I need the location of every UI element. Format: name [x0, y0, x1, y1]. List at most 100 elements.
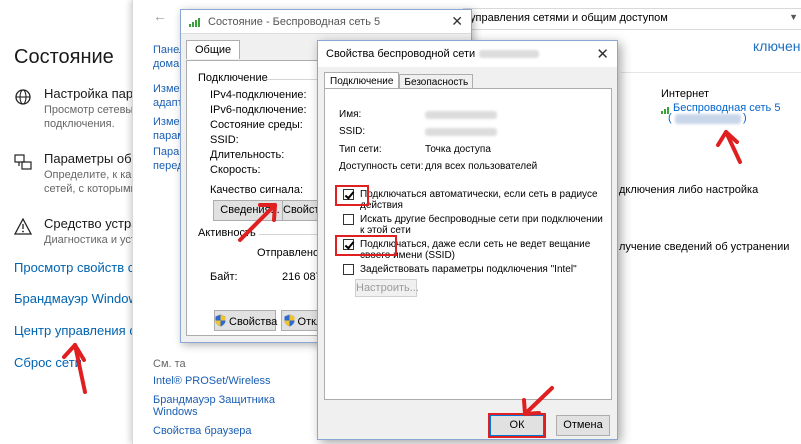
checkbox-label: Задействовать параметры подключения "Int…	[360, 264, 577, 275]
status-title: Состояние - Беспроводная сеть 5	[208, 16, 381, 28]
address-bar[interactable]: управления сетями и общим доступом ▼	[463, 8, 801, 30]
wifi-signal-icon	[189, 18, 200, 27]
checkbox-label: Подключаться, даже если сеть не ведет ве…	[360, 239, 591, 261]
uac-shield-icon	[284, 314, 295, 327]
link-windows-firewall[interactable]: Брандмауэр Windows	[14, 291, 132, 306]
availability-row: Доступность сети: для всех пользователей	[339, 161, 537, 172]
name-row: Имя:	[339, 109, 497, 120]
properties-button[interactable]: Свойства	[214, 310, 278, 331]
settings-item-desc: сетей, с которыми	[44, 183, 132, 195]
ssid-label: SSID:	[339, 126, 366, 137]
nsc-option-text[interactable]: дключения либо настройка	[619, 184, 758, 196]
nsc-left-link[interactable]: адапте	[153, 97, 183, 109]
highlight-box	[488, 413, 546, 438]
availability-value: для всех пользователей	[425, 161, 538, 172]
see-also-label: См. та	[153, 358, 186, 370]
name-label: Имя:	[339, 109, 362, 120]
group-activity-label: Активность	[198, 227, 256, 239]
link-browser-properties[interactable]: Свойства браузера	[153, 425, 252, 437]
blurred-ssid	[675, 114, 741, 124]
nsc-left-link[interactable]: переда	[153, 160, 183, 172]
internet-label: Интернет	[661, 88, 709, 100]
tab-general[interactable]: Общие	[186, 40, 241, 59]
wireless-network-name: Беспроводная сеть 5	[673, 102, 781, 114]
settings-item-desc: Диагностика и уст	[44, 234, 132, 246]
close-icon[interactable]: ✕	[596, 45, 609, 63]
configure-button[interactable]: Настроить...	[355, 279, 419, 297]
settings-title: Состояние	[14, 46, 114, 68]
link-defender-firewall-2[interactable]: Windows	[153, 406, 198, 418]
details-button[interactable]: Сведения...	[213, 200, 287, 221]
props-title: Свойства беспроводной сети	[326, 48, 540, 60]
network-computer-icon	[14, 154, 32, 170]
net-type-value: Точка доступа	[425, 144, 491, 155]
uac-shield-icon	[215, 314, 226, 327]
chevron-down-icon[interactable]: ▼	[789, 12, 798, 22]
address-text: управления сетями и общим доступом	[470, 12, 668, 24]
checkbox-label: Искать другие беспроводные сети при подк…	[360, 214, 603, 236]
status-row-label: Длительность:	[210, 149, 285, 161]
settings-item-network-config[interactable]: Настройка пара Просмотр сетевы подключен…	[14, 86, 132, 136]
link-defender-firewall[interactable]: Брандмауэр Защитника	[153, 394, 275, 406]
settings-item-desc: Определите, к ка	[44, 169, 132, 181]
status-row-label: IPv6-подключение:	[210, 104, 307, 116]
paren-close: )	[743, 112, 747, 124]
wireless-properties-dialog: Свойства беспроводной сети ✕ Подключение…	[317, 40, 618, 440]
nsc-left-link[interactable]: Измен	[153, 83, 183, 95]
paren-open: (	[668, 112, 672, 124]
props-panel: Имя: SSID: Тип сети: Точка доступа Досту…	[324, 88, 612, 400]
settings-item-title: Параметры общ	[44, 151, 132, 166]
props-titlebar[interactable]: Свойства беспроводной сети ✕	[318, 41, 617, 67]
properties-button-label: Свойства	[229, 316, 278, 328]
settings-bottom-strip	[0, 430, 132, 444]
checkbox-box[interactable]	[343, 264, 354, 275]
nsc-left-link[interactable]: Панел	[153, 44, 183, 56]
close-icon[interactable]: ✕	[451, 13, 463, 30]
status-titlebar[interactable]: Состояние - Беспроводная сеть 5 ✕	[181, 10, 471, 34]
status-tabs: Общие	[186, 40, 241, 61]
settings-item-title: Средство устра	[44, 216, 132, 231]
net-type-row: Тип сети: Точка доступа	[339, 144, 491, 155]
group-connection-label: Подключение	[198, 72, 268, 84]
globe-icon	[15, 89, 31, 105]
back-arrow-icon[interactable]: ←	[153, 8, 167, 24]
link-view-network-properties[interactable]: Просмотр свойств се	[14, 260, 132, 275]
highlight-box	[335, 185, 369, 206]
settings-item-troubleshooter[interactable]: Средство устра Диагностика и уст	[14, 216, 132, 252]
props-tabs: Подключение Безопасность	[324, 72, 474, 90]
cancel-button[interactable]: Отмена	[556, 415, 610, 436]
link-network-reset[interactable]: Сброс сети	[14, 355, 82, 370]
settings-item-sharing[interactable]: Параметры общ Определите, к ка сетей, с …	[14, 151, 132, 201]
settings-panel: Состояние Настройка пара Просмотр сетевы…	[0, 0, 132, 444]
link-network-sharing-center[interactable]: Центр управления се	[14, 323, 132, 338]
props-title-text: Свойства беспроводной сети	[326, 48, 476, 60]
signal-quality-label: Качество сигнала:	[210, 184, 304, 196]
nsc-left-link[interactable]: Измен	[153, 116, 183, 128]
nsc-option-text[interactable]: лучение сведений об устранении	[619, 241, 789, 253]
availability-label: Доступность сети:	[339, 161, 424, 172]
blurred-network-name	[479, 50, 540, 59]
nsc-left-link[interactable]: парам	[153, 130, 183, 142]
blurred-ssid-value	[425, 128, 497, 136]
wireless-network-link[interactable]: Беспроводная сеть 5	[661, 102, 780, 114]
checkbox-label: Подключаться автоматически, если сеть в …	[360, 189, 598, 211]
settings-item-desc: Просмотр сетевы	[44, 104, 132, 116]
bytes-label: Байт:	[210, 271, 238, 283]
checkbox-box[interactable]	[343, 214, 354, 225]
nsc-left-link[interactable]: домаш	[153, 58, 183, 70]
warning-triangle-icon	[14, 218, 32, 235]
status-row-label: SSID:	[210, 134, 239, 146]
settings-item-title: Настройка пара	[44, 86, 132, 101]
highlight-box	[335, 235, 397, 256]
settings-item-desc: подключения.	[44, 118, 115, 130]
status-row-label: Скорость:	[210, 164, 261, 176]
ssid-row: SSID:	[339, 126, 497, 137]
link-intel-proset[interactable]: Intel® PROSet/Wireless	[153, 375, 271, 387]
nsc-left-link[interactable]: Парам	[153, 146, 183, 158]
net-type-label: Тип сети:	[339, 144, 382, 155]
divider	[621, 72, 801, 73]
status-row-label: IPv4-подключение:	[210, 89, 307, 101]
nsc-heading: ключений	[753, 38, 801, 54]
blurred-name-value	[425, 111, 497, 119]
status-row-label: Состояние среды:	[210, 119, 303, 131]
